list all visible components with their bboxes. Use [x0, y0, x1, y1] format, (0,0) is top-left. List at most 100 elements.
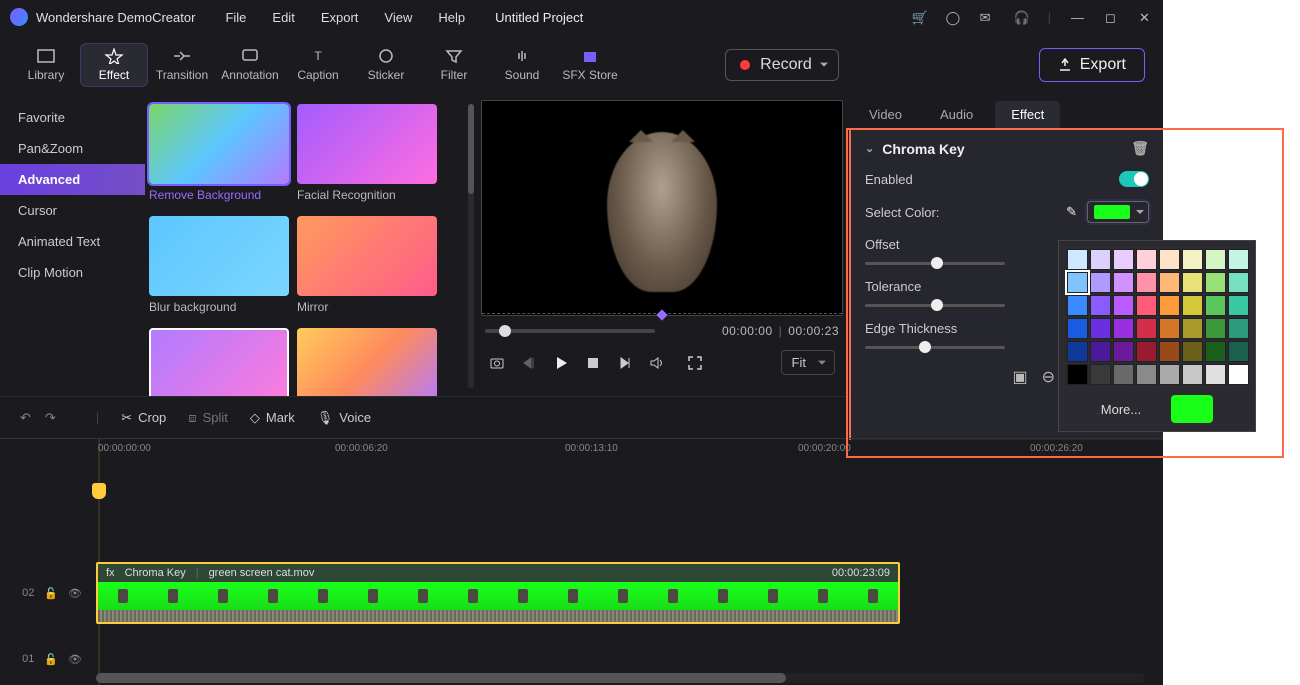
cart-icon[interactable]: 🛒: [912, 10, 926, 24]
menu-view[interactable]: View: [384, 10, 412, 25]
tolerance-slider[interactable]: [865, 304, 1005, 307]
color-swatch[interactable]: [1090, 318, 1111, 339]
timeline-scrollbar[interactable]: [96, 673, 1145, 683]
color-swatch[interactable]: [1067, 295, 1088, 316]
mail-icon[interactable]: ✉: [980, 10, 994, 24]
eye-icon[interactable]: 👁: [68, 587, 82, 600]
offset-slider[interactable]: [865, 262, 1005, 265]
voice-button[interactable]: 🎙Voice: [317, 410, 371, 426]
color-swatch[interactable]: [1228, 364, 1249, 385]
color-swatch[interactable]: [1159, 318, 1180, 339]
color-swatch[interactable]: [1159, 341, 1180, 362]
color-swatch[interactable]: [1067, 249, 1088, 270]
color-swatch[interactable]: [1228, 249, 1249, 270]
lock-icon[interactable]: 🔓: [44, 587, 58, 600]
color-swatch[interactable]: [1228, 341, 1249, 362]
support-icon[interactable]: 🎧: [1014, 10, 1028, 24]
color-swatch[interactable]: [1182, 364, 1203, 385]
lock-icon[interactable]: 🔓: [44, 653, 58, 666]
color-swatch[interactable]: [1090, 272, 1111, 293]
color-swatch[interactable]: [1113, 272, 1134, 293]
color-swatch[interactable]: [1136, 341, 1157, 362]
effect-thumb-removebg[interactable]: Remove Background: [149, 104, 289, 210]
mark-button[interactable]: ◇Mark: [250, 410, 295, 426]
sidebar-item-animatedtext[interactable]: Animated Text: [0, 226, 145, 257]
fullscreen-icon[interactable]: [687, 355, 703, 371]
color-swatch[interactable]: [1182, 249, 1203, 270]
timeline-ruler[interactable]: 00:00:00:00 00:00:06:20 00:00:13:10 00:0…: [0, 438, 1163, 470]
export-button[interactable]: Export: [1039, 48, 1145, 82]
current-color-swatch[interactable]: [1171, 395, 1213, 423]
color-swatch[interactable]: [1067, 364, 1088, 385]
color-swatch[interactable]: [1182, 295, 1203, 316]
color-swatch[interactable]: [1205, 341, 1226, 362]
user-icon[interactable]: ◯: [946, 10, 960, 24]
tab-sticker[interactable]: Sticker: [352, 44, 420, 86]
effect-thumb-facial[interactable]: Facial Recognition: [297, 104, 437, 210]
color-swatch[interactable]: [1090, 364, 1111, 385]
color-swatch[interactable]: [1136, 318, 1157, 339]
more-colors-button[interactable]: More...: [1101, 402, 1141, 417]
record-button[interactable]: Record: [725, 49, 839, 81]
tab-effect[interactable]: Effect: [80, 43, 148, 87]
color-swatch[interactable]: [1113, 364, 1134, 385]
crop-icon[interactable]: ▣: [1012, 367, 1027, 387]
close-button[interactable]: ✕: [1139, 10, 1153, 24]
color-swatch[interactable]: [1205, 272, 1226, 293]
redo-icon[interactable]: ↷: [45, 410, 56, 426]
color-swatch[interactable]: [1159, 249, 1180, 270]
play-icon[interactable]: [553, 355, 569, 371]
preview-video[interactable]: [481, 100, 843, 316]
enabled-toggle[interactable]: [1119, 171, 1149, 187]
inspector-tab-audio[interactable]: Audio: [924, 101, 989, 128]
color-swatch[interactable]: [1182, 272, 1203, 293]
color-swatch[interactable]: [1228, 318, 1249, 339]
effect-thumb-6[interactable]: [297, 328, 437, 396]
color-dropdown[interactable]: [1087, 201, 1149, 223]
color-swatch[interactable]: [1205, 364, 1226, 385]
color-swatch[interactable]: [1113, 341, 1134, 362]
color-swatch[interactable]: [1113, 318, 1134, 339]
color-swatch[interactable]: [1182, 318, 1203, 339]
inspector-tab-effect[interactable]: Effect: [995, 101, 1060, 128]
color-swatch[interactable]: [1113, 249, 1134, 270]
menu-help[interactable]: Help: [438, 10, 465, 25]
preview-seek-slider[interactable]: [485, 329, 655, 333]
menu-edit[interactable]: Edit: [272, 10, 294, 25]
eyedropper-icon[interactable]: ✎: [1066, 204, 1077, 220]
color-swatch[interactable]: [1228, 295, 1249, 316]
sidebar-item-favorite[interactable]: Favorite: [0, 102, 145, 133]
prev-frame-icon[interactable]: [521, 355, 537, 371]
color-swatch[interactable]: [1182, 341, 1203, 362]
stop-icon[interactable]: [585, 355, 601, 371]
color-swatch[interactable]: [1205, 295, 1226, 316]
color-swatch[interactable]: [1136, 272, 1157, 293]
video-clip[interactable]: fx Chroma Key | green screen cat.mov 00:…: [96, 562, 900, 624]
menu-export[interactable]: Export: [321, 10, 359, 25]
color-swatch[interactable]: [1113, 295, 1134, 316]
sidebar-item-clipmotion[interactable]: Clip Motion: [0, 257, 145, 288]
tab-sound[interactable]: Sound: [488, 44, 556, 86]
color-swatch[interactable]: [1159, 272, 1180, 293]
next-frame-icon[interactable]: [617, 355, 633, 371]
sidebar-item-cursor[interactable]: Cursor: [0, 195, 145, 226]
tab-filter[interactable]: Filter: [420, 44, 488, 86]
tab-sfxstore[interactable]: SFX Store: [556, 44, 624, 86]
color-swatch[interactable]: [1205, 318, 1226, 339]
color-swatch[interactable]: [1067, 318, 1088, 339]
inspector-tab-video[interactable]: Video: [853, 101, 918, 128]
color-swatch[interactable]: [1090, 341, 1111, 362]
tab-annotation[interactable]: Annotation: [216, 44, 284, 86]
sidebar-item-advanced[interactable]: Advanced: [0, 164, 145, 195]
zoom-out-icon[interactable]: ⊖: [1042, 367, 1055, 387]
effect-thumb-blurbg[interactable]: Blur background: [149, 216, 289, 322]
tab-transition[interactable]: Transition: [148, 44, 216, 86]
menu-file[interactable]: File: [225, 10, 246, 25]
color-swatch[interactable]: [1067, 272, 1088, 293]
library-scrollbar[interactable]: [468, 104, 474, 388]
split-button[interactable]: ⧈Split: [188, 410, 228, 426]
minimize-button[interactable]: —: [1071, 10, 1085, 24]
color-swatch[interactable]: [1136, 249, 1157, 270]
color-swatch[interactable]: [1228, 272, 1249, 293]
color-swatch[interactable]: [1136, 295, 1157, 316]
